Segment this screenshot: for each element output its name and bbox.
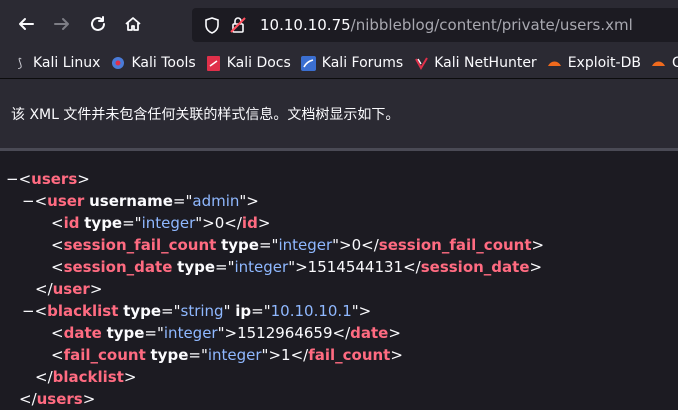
xml-attr-value: admin [192,192,240,210]
xml-tag: date [63,324,102,342]
url-host: 10.10.10.75 [260,16,351,34]
kali-docs-icon [206,55,222,71]
bookmark-label: Kali NetHunter [434,55,537,71]
exploitdb-icon [547,55,563,71]
xml-attr: type [106,324,145,342]
home-icon [125,17,141,31]
xml-line-users-close: </users> [19,390,96,408]
reload-icon [91,16,105,31]
bookmark-kali-nethunter[interactable]: Kali NetHunter [413,55,537,71]
xml-tag: date [350,324,389,342]
xml-tag: id [241,214,258,232]
url-text[interactable]: 10.10.10.75/nibbleblog/content/private/u… [260,16,633,34]
ghdb-icon [651,55,667,71]
xml-line-date: <date type="integer">1512964659</date> [51,324,401,342]
collapse-toggle[interactable]: − [6,170,19,188]
xml-line-user-close: </user> [35,280,103,298]
xml-text: 0 [214,214,225,232]
xml-tag: user [52,280,90,298]
xml-attr: type [177,258,216,276]
xml-line-fail-count: <fail_count type="integer">1</fail_count… [51,346,403,364]
xml-attr: type [84,214,123,232]
xml-text: 0 [351,236,362,254]
bookmark-exploit-db[interactable]: Exploit-DB [547,55,641,71]
xml-tag: users [36,390,83,408]
xml-text: 1512964659 [237,324,333,342]
back-icon [19,18,34,30]
bookmark-kali-docs[interactable]: Kali Docs [206,55,291,71]
bookmark-label: Exploit-DB [567,55,641,71]
xml-text: 1 [281,346,291,364]
bookmark-label: Go [672,55,678,71]
collapse-toggle[interactable]: − [22,192,35,210]
forward-button[interactable] [44,6,80,42]
bookmark-label: Kali Linux [33,55,101,71]
xml-tag: users [31,170,78,188]
kali-tools-icon [110,55,126,71]
bookmark-label: Kali Docs [226,55,291,71]
kali-forums-icon [301,55,317,71]
xml-tag: session_fail_count [378,236,532,254]
kali-icon: ⟆ [17,56,23,70]
reload-button[interactable] [80,6,116,42]
xml-line-id: <id type="integer">0</id> [51,214,271,232]
xml-text: 1514544131 [307,258,404,276]
xml-attr: ip [235,302,252,320]
xml-tree: −<users> −<user username="admin"> <id ty… [0,151,678,410]
bookmark-kali-tools[interactable]: Kali Tools [110,55,196,71]
xml-attr-value: integer [234,258,289,276]
shield-icon[interactable] [202,15,222,35]
xml-attr-value: 10.10.10.1 [270,302,352,320]
forward-icon [54,18,69,30]
bookmark-kali-linux[interactable]: ⟆ Kali Linux [12,55,101,71]
xml-attr: username [89,192,173,210]
bookmarks-bar: ⟆ Kali Linux Kali Tools Kali Docs Kali F… [0,48,678,79]
xml-attr-value: integer [278,236,333,254]
bookmark-label: Kali Forums [321,55,404,71]
xml-attr: type [123,302,162,320]
nethunter-icon [413,55,429,71]
xml-line-blacklist-close: </blacklist> [35,368,137,386]
info-message: 该 XML 文件并未包含任何关联的样式信息。文档树显示如下。 [11,106,400,123]
browser-toolbar: 10.10.10.75/nibbleblog/content/private/u… [0,0,678,48]
xml-line-session-date: <session_date type="integer">1514544131<… [51,258,543,276]
xml-tag: session_date [420,258,530,276]
xml-attr-value: integer [207,346,262,364]
xml-info-banner: 该 XML 文件并未包含任何关联的样式信息。文档树显示如下。 [0,79,678,148]
xml-line-user-open: −<user username="admin"> [22,192,259,210]
xml-attr: type [221,236,259,254]
xml-attr-value: string [180,302,224,320]
xml-line-users-open: −<users> [6,170,90,188]
xml-tag: session_date [63,258,173,276]
xml-tag: user [47,192,85,210]
xml-attr-value: integer [141,214,196,232]
xml-tag: blacklist [52,368,124,386]
bookmark-kali-forums[interactable]: Kali Forums [301,55,403,71]
url-path: /nibbleblog/content/private/users.xml [350,16,633,34]
bookmark-label: Kali Tools [131,55,196,71]
xml-line-session-fail-count: <session_fail_count type="integer">0</se… [51,236,545,254]
xml-tag: session_fail_count [63,236,217,254]
xml-tag: fail_count [63,346,146,364]
xml-tag: blacklist [47,302,119,320]
back-button[interactable] [8,6,44,42]
home-button[interactable] [115,6,151,42]
xml-line-blacklist-open: −<blacklist type="string" ip="10.10.10.1… [22,302,372,320]
xml-tag: fail_count [308,346,391,364]
xml-attr-value: integer [163,324,218,342]
bookmark-ghdb[interactable]: Go [651,55,678,71]
xml-attr: type [150,346,189,364]
insecure-lock-icon[interactable] [228,15,248,35]
collapse-toggle[interactable]: − [22,302,35,320]
url-bar[interactable]: 10.10.10.75/nibbleblog/content/private/u… [192,8,678,42]
xml-tag: id [63,214,80,232]
